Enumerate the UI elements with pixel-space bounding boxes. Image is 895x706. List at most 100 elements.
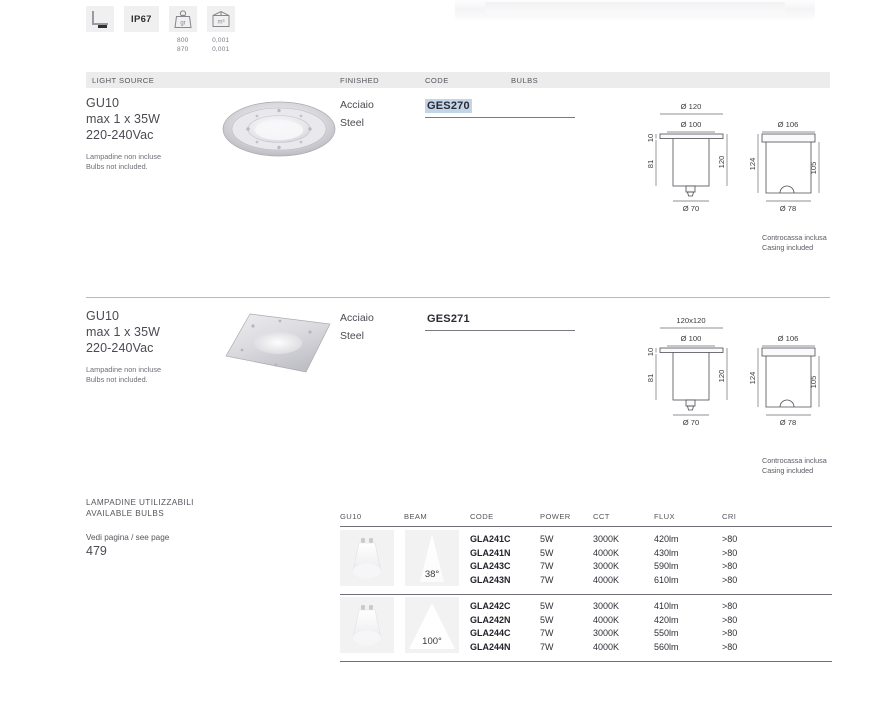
finish2-it: Acciaio: [340, 309, 374, 327]
ls-line-2: max 1 x 35W: [86, 111, 236, 127]
volume-box-icon: m³: [207, 6, 235, 32]
top-product-photo: [455, 0, 815, 22]
casing-note-en-1: Casing included: [762, 243, 827, 253]
dim-bottom-70: Ø 70: [683, 204, 699, 213]
note-line-1: Lampadine non incluse: [86, 152, 236, 162]
bulb-fluxes-group-2: 410lm 420lm 550lm 560lm: [654, 600, 679, 654]
dim-top-outer: Ø 120: [681, 102, 702, 111]
recessed-floor-icon: [86, 6, 114, 32]
available-bulbs-title-it: LAMPADINE UTILIZZABILI: [86, 498, 194, 509]
svg-text:gr: gr: [180, 21, 185, 27]
dim-right-120: 120: [717, 156, 726, 169]
note-line-2: Bulbs not included.: [86, 162, 236, 172]
finish-en: Steel: [340, 114, 374, 132]
dim-left-81: 81: [646, 160, 655, 168]
dim-casing-right: 105: [809, 162, 818, 175]
dim-casing-top: Ø 106: [778, 120, 799, 129]
weight-value-1: 800: [177, 37, 188, 46]
ls-line-1: GU10: [86, 95, 236, 111]
ip-rating-cell: IP67: [124, 6, 159, 32]
weight-values: 800 870: [177, 37, 188, 55]
bulb-cris-group-2: >80 >80 >80 >80: [722, 600, 737, 654]
technical-drawing-row-2: 120x120 Ø 100 10 81 120 Ø 70 Ø 106 124: [645, 312, 835, 435]
bulb-ccts-group-2: 3000K 4000K 3000K 4000K: [593, 600, 619, 654]
bulbs-header-rule: [340, 526, 832, 527]
gu10-bulb-photo-1: [340, 530, 394, 586]
table-header-bar: LIGHT SOURCE FINISHED CODE BULBS: [86, 72, 830, 88]
weight-icon: gr: [169, 6, 197, 32]
bulb-cris-group-1: >80 >80 >80 >80: [722, 533, 737, 587]
bulbs-header-cct: CCT: [593, 512, 610, 521]
header-light-source: LIGHT SOURCE: [92, 76, 154, 85]
dim2-casing-right: 105: [809, 376, 818, 389]
bulbs-header-code: CODE: [470, 512, 494, 521]
finish2-en: Steel: [340, 327, 374, 345]
available-bulbs-title: LAMPADINE UTILIZZABILI AVAILABLE BULBS: [86, 498, 194, 519]
mounting-icon-cell: [86, 6, 114, 32]
dim-casing-left: 124: [748, 158, 757, 171]
casing-note-it-2: Controcassa inclusa: [762, 456, 827, 466]
casing-note-2: Controcassa inclusa Casing included: [762, 456, 827, 475]
spec-icon-strip: IP67 gr 800 870: [86, 6, 235, 55]
product-code-ges271[interactable]: GES271: [425, 312, 472, 326]
beam-angle-label-1: 38°: [405, 569, 459, 580]
dim2-casing-bottom: Ø 78: [780, 418, 796, 427]
beam-angle-icon-38: 38°: [405, 530, 459, 586]
bulb-ccts-group-1: 3000K 4000K 3000K 4000K: [593, 533, 619, 587]
product-row-2-light-source: GU10 max 1 x 35W 220-240Vac Lampadine no…: [86, 308, 236, 384]
round-recessed-floor-light-photo: [222, 96, 337, 167]
product-code-ges270[interactable]: GES270: [425, 99, 472, 113]
dim2-left-10: 10: [646, 348, 655, 356]
casing-note-it-1: Controcassa inclusa: [762, 233, 827, 243]
dim2-casing-left: 124: [748, 372, 757, 385]
product-row-1-finished: Acciaio Steel: [340, 96, 374, 132]
bulbs-header-power: POWER: [540, 512, 571, 521]
casing-note-1: Controcassa inclusa Casing included: [762, 233, 827, 252]
dim-casing-bottom: Ø 78: [780, 204, 796, 213]
dim2-bottom-70: Ø 70: [683, 418, 699, 427]
volume-value-1: 0,001: [212, 37, 229, 46]
bulb-powers-group-2: 5W 5W 7W 7W: [540, 600, 554, 654]
ip67-badge: IP67: [124, 6, 159, 32]
code-underline-2: [425, 330, 575, 331]
see-page-label: Vedi pagina / see page: [86, 531, 169, 544]
bulb-codes-group-1: GLA241C GLA241N GLA243C GLA243N: [470, 533, 511, 587]
gu10-bulb-photo-2: [340, 597, 394, 653]
dim2-right-120: 120: [717, 370, 726, 383]
volume-cell: m³ 0,001 0,001: [207, 6, 235, 55]
volume-values: 0,001 0,001: [212, 37, 229, 55]
see-page-number: 479: [86, 544, 107, 558]
dim-top-inner: Ø 100: [681, 120, 702, 129]
code-underline-1: [425, 117, 575, 118]
bulbs-header-cri: CRI: [722, 512, 736, 521]
bulbs-group-rule: [340, 594, 832, 595]
row-separator: [86, 297, 830, 298]
casing-note-en-2: Casing included: [762, 466, 827, 476]
bulb-fluxes-group-1: 420lm 430lm 590lm 610lm: [654, 533, 679, 587]
ls-line-3: 220-240Vac: [86, 127, 236, 143]
dim2-top-inner: Ø 100: [681, 334, 702, 343]
dim2-left-81: 81: [646, 374, 655, 382]
product-row-1-light-source: GU10 max 1 x 35W 220-240Vac Lampadine no…: [86, 95, 236, 171]
header-bulbs: BULBS: [511, 76, 538, 85]
technical-drawing-row-1: Ø 120 Ø 100 10 81 120 Ø 70 Ø 1: [645, 98, 835, 221]
bulb-powers-group-1: 5W 5W 7W 7W: [540, 533, 554, 587]
product-row-1-code-cell: GES270 1 X GU10: [425, 96, 575, 114]
bulbs-header-flux: FLUX: [654, 512, 675, 521]
ls2-line-1: GU10: [86, 308, 236, 324]
beam-angle-icon-100: 100°: [405, 597, 459, 653]
bulbs-bottom-rule: [340, 661, 832, 662]
volume-value-2: 0,001: [212, 46, 229, 55]
dim2-top-outer: 120x120: [676, 316, 705, 325]
beam-angle-label-2: 100°: [405, 636, 459, 647]
header-finished: FINISHED: [340, 76, 379, 85]
square-recessed-floor-light-photo: [222, 310, 334, 381]
weight-value-2: 870: [177, 46, 188, 55]
finish-it: Acciaio: [340, 96, 374, 114]
dim-left-10: 10: [646, 134, 655, 142]
note2-line-1: Lampadine non incluse: [86, 365, 236, 375]
product-row-2-finished: Acciaio Steel: [340, 309, 374, 345]
bulb-codes-group-2: GLA242C GLA242N GLA244C GLA244N: [470, 600, 511, 654]
available-bulbs-title-en: AVAILABLE BULBS: [86, 509, 194, 520]
product-row-2-code-cell: GES271 1 X GU10: [425, 309, 575, 327]
